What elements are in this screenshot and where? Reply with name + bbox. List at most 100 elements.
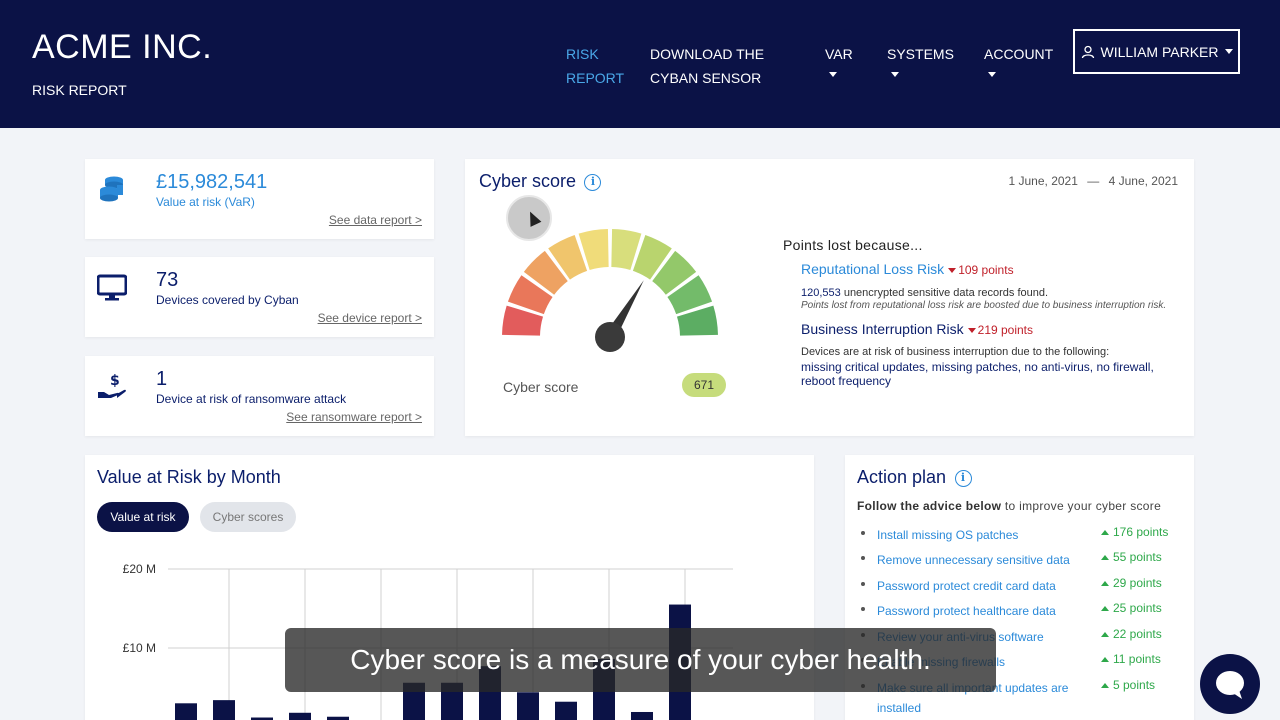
points-value: 5 points	[1113, 678, 1156, 692]
nav-download-sensor[interactable]: DOWNLOAD THE CYBAN SENSOR	[650, 42, 764, 90]
triangle-up-icon	[1101, 683, 1109, 688]
action-item-points: 55 points	[1101, 550, 1162, 564]
points-value: 22 points	[1113, 627, 1162, 641]
date-start: 1 June, 2021	[1008, 174, 1078, 188]
points-lost-title: Points lost because...	[783, 237, 923, 253]
nav-download-line2: CYBAN SENSOR	[650, 70, 762, 86]
monitor-icon	[97, 274, 127, 301]
bullet	[861, 607, 865, 611]
var-bar[interactable]	[175, 703, 197, 720]
nav-account-dropdown[interactable]: ACCOUNT	[984, 42, 1053, 77]
chevron-down-icon	[1224, 49, 1233, 54]
brand-logo-text[interactable]: ACME INC.	[32, 28, 212, 67]
business-risk-row[interactable]: Business Interruption Risk 219 points	[801, 321, 1033, 337]
user-icon	[1081, 45, 1094, 58]
reputational-risk-detail: 120,553 unencrypted sensitive data recor…	[801, 287, 1171, 299]
var-bar[interactable]	[555, 701, 577, 720]
action-item-points: 29 points	[1101, 576, 1162, 590]
action-item-points: 25 points	[1101, 601, 1162, 615]
var-bar[interactable]	[631, 711, 653, 720]
var-bar[interactable]	[289, 712, 311, 720]
business-risk-points: 219 points	[977, 323, 1034, 337]
cyber-score-card: Cyber score i 1 June, 2021 — 4 June, 202…	[465, 159, 1194, 436]
triangle-up-icon	[1101, 606, 1109, 611]
brand-subtitle: RISK REPORT	[32, 82, 127, 98]
var-bar[interactable]	[517, 692, 539, 720]
gauge-hub	[595, 322, 625, 352]
see-device-report-link[interactable]: See device report >	[318, 311, 422, 325]
date-end: 4 June, 2021	[1108, 174, 1178, 188]
action-plan-heading: Action plan i	[857, 467, 972, 488]
kpi-label: Device at risk of ransomware attack	[156, 392, 347, 406]
nav-var-dropdown[interactable]: VAR	[825, 42, 853, 77]
action-item-points: 5 points	[1101, 678, 1155, 692]
info-icon[interactable]: i	[954, 470, 972, 488]
cyber-scores-toggle[interactable]: Cyber scores	[200, 502, 296, 532]
triangle-up-icon	[1101, 657, 1109, 662]
points-value: 176 points	[1113, 525, 1169, 539]
action-item-label: Password protect healthcare data	[877, 604, 1056, 618]
nav-risk-report-line2: REPORT	[566, 70, 625, 86]
points-value: 11 points	[1113, 652, 1161, 666]
nav-download-line1: DOWNLOAD THE	[650, 46, 765, 62]
y-axis-tick-label: £10 M	[123, 641, 156, 655]
bullet	[861, 556, 865, 560]
cyber-score-gauge	[502, 229, 718, 352]
kpi-label: Devices covered by Cyban	[156, 293, 299, 307]
user-name: WILLIAM PARKER	[1100, 43, 1219, 60]
see-ransomware-report-link[interactable]: See ransomware report >	[286, 410, 422, 424]
see-data-report-link[interactable]: See data report >	[329, 213, 422, 227]
kpi-label: Value at risk (VaR)	[156, 195, 255, 209]
kpi-value: 1	[156, 368, 168, 390]
bullet	[861, 531, 865, 535]
triangle-up-icon	[1101, 632, 1109, 637]
triangle-down-icon	[948, 268, 957, 273]
records-text: unencrypted sensitive data records found…	[840, 287, 1049, 299]
records-count: 120,553	[801, 287, 841, 299]
points-value: 29 points	[1113, 576, 1162, 590]
nav-risk-report-line1: RISK	[566, 46, 599, 62]
kpi-value: £15,982,541	[156, 171, 268, 193]
reputational-risk-points: 109 points	[958, 263, 1014, 277]
triangle-down-icon	[967, 328, 976, 333]
chevron-down-icon	[829, 72, 837, 77]
kpi-card-ransomware: $ 1 Device at risk of ransomware attack …	[85, 356, 434, 436]
triangle-up-icon	[1101, 555, 1109, 560]
chevron-down-icon	[891, 72, 899, 77]
points-value: 25 points	[1113, 601, 1162, 615]
nav-var-label: VAR	[825, 46, 853, 62]
cyber-score-title: Cyber score	[479, 171, 577, 191]
value-at-risk-toggle[interactable]: Value at risk	[97, 502, 189, 532]
reputational-risk-row[interactable]: Reputational Loss Risk 109 points	[801, 261, 1014, 277]
y-axis-tick-label: £20 M	[123, 562, 156, 576]
business-risk-causes[interactable]: missing critical updates, missing patche…	[801, 360, 1171, 388]
nav-systems-label: SYSTEMS	[887, 46, 954, 62]
action-plan-title: Action plan	[857, 467, 947, 487]
video-caption-overlay: Cyber score is a measure of your cyber h…	[285, 628, 996, 692]
chevron-down-icon	[988, 72, 996, 77]
points-value: 55 points	[1113, 550, 1162, 564]
action-plan-subtitle: Follow the advice below to improve your …	[857, 499, 1161, 513]
user-menu-button[interactable]: WILLIAM PARKER	[1073, 29, 1240, 74]
cyber-score-heading: Cyber score i	[479, 171, 602, 192]
reputational-risk-note: Points lost from reputational loss risk …	[801, 300, 1167, 311]
action-plan-subtitle-rest: to improve your cyber score	[1001, 499, 1162, 513]
var-bar[interactable]	[213, 700, 235, 720]
var-chart-title: Value at Risk by Month	[97, 467, 281, 487]
action-item-label: Password protect credit card data	[877, 579, 1056, 593]
date-range[interactable]: 1 June, 2021 — 4 June, 2021	[1009, 174, 1179, 188]
action-item-points: 176 points	[1101, 525, 1168, 539]
reputational-risk-name: Reputational Loss Risk	[801, 261, 945, 277]
action-item-points: 22 points	[1101, 627, 1162, 641]
triangle-up-icon	[1101, 581, 1109, 586]
nav-risk-report[interactable]: RISK REPORT	[566, 42, 624, 90]
info-icon[interactable]: i	[584, 174, 602, 192]
coins-stack-icon	[100, 176, 123, 202]
action-plan-subtitle-bold: Follow the advice below	[857, 499, 1002, 513]
business-risk-detail: Devices are at risk of business interrup…	[801, 346, 1110, 358]
chat-launcher-button[interactable]	[1200, 654, 1260, 714]
hand-dollar-icon: $	[98, 373, 126, 398]
nav-systems-dropdown[interactable]: SYSTEMS	[887, 42, 954, 77]
top-navigation-bar: ACME INC. RISK REPORT RISK REPORT DOWNLO…	[0, 0, 1280, 128]
triangle-up-icon	[1101, 530, 1109, 535]
